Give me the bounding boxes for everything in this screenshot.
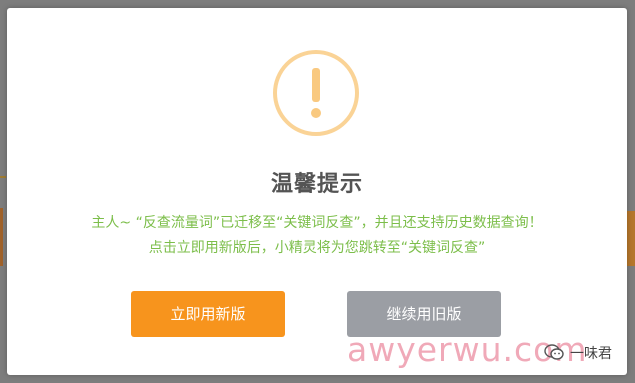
background-page-fragment [0,208,6,266]
dialog-title: 温馨提示 [270,172,363,197]
wechat-icon [544,344,564,360]
dialog-message-line2: 点击立即用新版后，小精灵将为您跳转至“关键词反查” [148,240,486,256]
notice-dialog: 温馨提示 主人~ “反查流量词”已迁移至“关键词反查”，并且还支持历史数据查询！… [7,8,627,375]
use-new-version-button[interactable]: 立即用新版 [131,291,285,337]
dialog-message-line1: 主人~ “反查流量词”已迁移至“关键词反查”，并且还支持历史数据查询！ [91,215,543,231]
background-page-fragment [0,176,6,178]
watermark-author: 一味君 [570,346,612,362]
background-page-button [627,211,635,266]
warning-exclamation-icon [273,50,359,136]
